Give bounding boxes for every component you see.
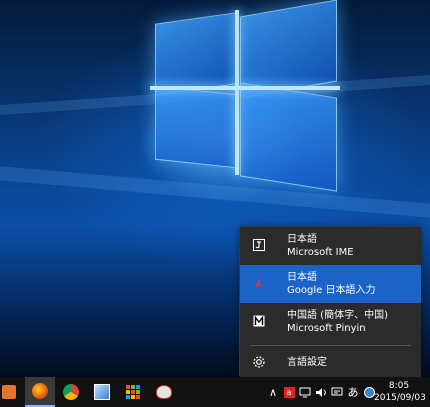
window-pane-top-left <box>155 12 237 96</box>
taskbar-app-image[interactable] <box>87 377 117 407</box>
volume-icon[interactable] <box>313 377 329 407</box>
chevron-up-icon[interactable]: ∧ <box>265 377 281 407</box>
ime-name: Microsoft IME <box>287 247 354 258</box>
google-japanese-input-icon <box>252 276 266 290</box>
game-app-icon <box>156 385 172 399</box>
window-frame-horizontal <box>150 86 340 90</box>
system-tray: ∧ a あ <box>265 377 377 407</box>
taskbar-app-firefox[interactable] <box>25 377 55 407</box>
language-settings-link[interactable]: 言語設定 <box>240 347 421 377</box>
taskbar: ∧ a あ 8:05 2015/09/03 <box>0 377 430 407</box>
microsoft-pinyin-icon <box>252 314 266 328</box>
action-center-icon[interactable] <box>329 377 345 407</box>
window-pane-bottom-right <box>240 82 337 192</box>
settings-label: 言語設定 <box>287 357 327 368</box>
microsoft-ime-icon <box>252 238 266 252</box>
language-name: 中国語 (簡体字、中国) <box>287 310 388 321</box>
taskbar-app-chrome[interactable] <box>56 377 86 407</box>
clock[interactable]: 8:05 2015/09/03 <box>374 380 426 404</box>
apps-grid-icon <box>126 385 140 399</box>
chrome-icon <box>63 384 79 400</box>
clock-time: 8:05 <box>388 381 410 391</box>
language-item-google-japanese[interactable]: 日本語 Google 日本語入力 <box>240 265 421 303</box>
taskbar-app-grid[interactable] <box>118 377 148 407</box>
media-player-icon <box>2 385 16 399</box>
light-beam <box>0 166 430 218</box>
gear-icon <box>252 355 266 369</box>
ime-name: Microsoft Pinyin <box>287 323 366 334</box>
firefox-icon <box>32 383 48 399</box>
language-item-japanese-ime[interactable]: 日本語 Microsoft IME <box>240 227 421 265</box>
window-pane-bottom-left <box>155 85 237 169</box>
language-name: 日本語 <box>287 234 317 245</box>
ime-name: Google 日本語入力 <box>287 285 376 296</box>
menu-separator <box>250 345 411 346</box>
image-app-icon <box>94 384 110 400</box>
language-item-chinese-pinyin[interactable]: 中国語 (簡体字、中国) Microsoft Pinyin <box>240 303 421 341</box>
taskbar-app-game[interactable] <box>149 377 179 407</box>
clock-date: 2015/09/03 <box>374 393 426 403</box>
window-frame-vertical <box>235 10 239 175</box>
language-name: 日本語 <box>287 272 317 283</box>
input-language-menu: 日本語 Microsoft IME 日本語 Google 日本語入力 中国語 (… <box>240 227 421 377</box>
taskbar-app-media[interactable] <box>0 377 24 407</box>
network-icon[interactable] <box>297 377 313 407</box>
ime-mode-indicator[interactable]: あ <box>345 377 361 407</box>
antivirus-icon[interactable]: a <box>281 377 297 407</box>
